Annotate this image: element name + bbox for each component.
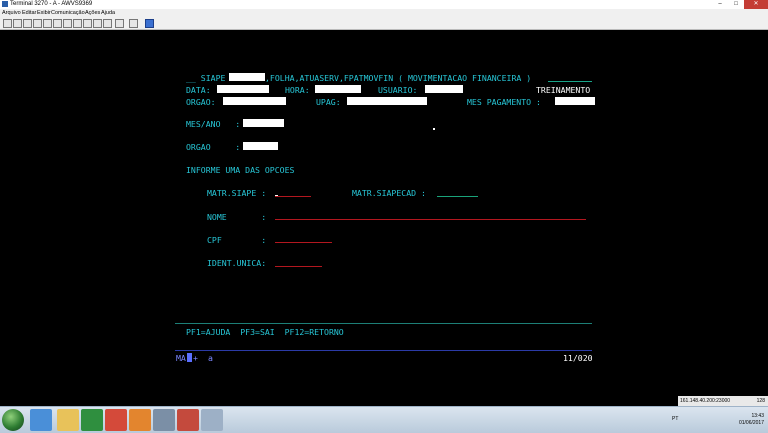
mes-pagamento-label: MES PAGAMENTO : bbox=[467, 97, 541, 107]
clock-date: 01/06/2017 bbox=[738, 420, 764, 426]
media-player-icon[interactable] bbox=[81, 409, 103, 431]
color-icon[interactable] bbox=[115, 19, 124, 28]
app-icon-2[interactable] bbox=[153, 409, 175, 431]
explorer-icon[interactable] bbox=[57, 409, 79, 431]
usuario-label: USUARIO: bbox=[378, 85, 418, 95]
ie-icon[interactable] bbox=[30, 409, 52, 431]
play-icon[interactable] bbox=[103, 19, 112, 28]
close-button[interactable]: ✕ bbox=[744, 0, 768, 9]
mes-pagamento-value bbox=[555, 97, 595, 105]
screen-header-text: ,FOLHA,ATUASERV,FPATMOVFIN ( MOVIMENTACA… bbox=[265, 73, 532, 83]
paste-icon[interactable] bbox=[23, 19, 32, 28]
help-icon[interactable] bbox=[145, 19, 154, 28]
matr-siapecad-label: MATR.SIAPECAD : bbox=[352, 188, 426, 198]
print-icon[interactable] bbox=[3, 19, 12, 28]
footer-divider bbox=[175, 323, 592, 324]
data-label: DATA: bbox=[186, 85, 211, 95]
status-session: a bbox=[208, 353, 213, 363]
receive-file-icon[interactable] bbox=[53, 19, 62, 28]
screen-header-prefix: __ SIAPE bbox=[186, 73, 226, 83]
matr-siape-field[interactable] bbox=[275, 196, 311, 197]
status-divider bbox=[175, 350, 592, 351]
mes-ano-label: MES/ANO : bbox=[186, 119, 241, 129]
upag-value bbox=[347, 97, 427, 105]
menu-comunicacao[interactable]: Comunicação bbox=[51, 10, 85, 16]
hora-value bbox=[315, 85, 361, 93]
start-button[interactable] bbox=[2, 409, 24, 431]
maximize-button[interactable]: □ bbox=[728, 0, 744, 9]
clock[interactable]: 13:43 01/06/2017 bbox=[739, 413, 764, 427]
send-file-icon[interactable] bbox=[43, 19, 52, 28]
status-block bbox=[187, 353, 192, 362]
header-underline bbox=[548, 81, 592, 82]
status-plus: + bbox=[193, 353, 198, 363]
terminal-screen[interactable]: __ SIAPE ,FOLHA,ATUASERV,FPATMOVFIN ( MO… bbox=[0, 30, 768, 406]
title-bar: Terminal 3270 - A - AWVS9369 – □ ✕ bbox=[0, 0, 768, 9]
orgao-value bbox=[223, 97, 286, 105]
connection-status: 161.148.40.200:23000 128 bbox=[678, 396, 768, 406]
system-tray: PT 13:43 01/06/2017 bbox=[672, 407, 768, 433]
firefox-icon[interactable] bbox=[129, 409, 151, 431]
status-ma: MA bbox=[176, 353, 186, 363]
app-icon bbox=[2, 1, 8, 7]
orgao-label: ORGAO: bbox=[186, 97, 216, 107]
menu-acoes[interactable]: Ações bbox=[85, 10, 100, 16]
nome-field[interactable] bbox=[275, 219, 586, 220]
terminal-window: Terminal 3270 - A - AWVS9369 – □ ✕ Arqui… bbox=[0, 0, 768, 433]
mes-ano-value bbox=[243, 119, 284, 127]
window-title: Terminal 3270 - A - AWVS9369 bbox=[10, 1, 93, 7]
environment-label: TREINAMENTO bbox=[536, 85, 591, 95]
ident-unica-label: IDENT.UNICA: bbox=[207, 258, 267, 268]
settings-icon[interactable] bbox=[63, 19, 72, 28]
menu-arquivo[interactable]: Arquivo bbox=[2, 10, 21, 16]
toolbar bbox=[0, 17, 768, 30]
informe-label: INFORME UMA DAS OPCOES bbox=[186, 165, 295, 175]
copy-icon[interactable] bbox=[13, 19, 22, 28]
language-indicator[interactable]: PT bbox=[672, 416, 678, 422]
chrome-icon[interactable] bbox=[105, 409, 127, 431]
cpf-field[interactable] bbox=[275, 242, 332, 243]
page-number: 128 bbox=[756, 398, 765, 404]
terminal-task-icon[interactable] bbox=[201, 409, 223, 431]
menu-ajuda[interactable]: Ajuda bbox=[101, 10, 115, 16]
masked-siape-code bbox=[229, 73, 265, 81]
acrobat-icon[interactable] bbox=[177, 409, 199, 431]
macro-icon[interactable] bbox=[83, 19, 92, 28]
menu-exibir[interactable]: Exibir bbox=[37, 10, 51, 16]
matr-siapecad-field[interactable] bbox=[437, 196, 478, 197]
record-icon[interactable] bbox=[93, 19, 102, 28]
minimize-button[interactable]: – bbox=[712, 0, 728, 9]
cut-icon[interactable] bbox=[33, 19, 42, 28]
screen-artifact-dot bbox=[433, 128, 435, 130]
orgao2-label: ORGAO : bbox=[186, 142, 241, 152]
orgao2-value bbox=[243, 142, 278, 150]
usuario-value bbox=[425, 85, 463, 93]
nome-label: NOME : bbox=[207, 212, 267, 222]
taskbar: PT 13:43 01/06/2017 bbox=[0, 406, 768, 433]
cursor-position: 11/020 bbox=[563, 353, 593, 363]
host-address: 161.148.40.200:23000 bbox=[680, 398, 731, 404]
map-icon[interactable] bbox=[129, 19, 138, 28]
matr-siape-label: MATR.SIAPE : bbox=[207, 188, 267, 198]
clock-time: 13:43 bbox=[751, 413, 764, 419]
upag-label: UPAG: bbox=[316, 97, 341, 107]
ident-unica-field[interactable] bbox=[275, 266, 322, 267]
keyboard-icon[interactable] bbox=[73, 19, 82, 28]
pf-keys: PF1=AJUDA PF3=SAI PF12=RETORNO bbox=[186, 327, 344, 337]
menu-bar: Arquivo Editar Exibir Comunicação Ações … bbox=[0, 9, 768, 17]
menu-editar[interactable]: Editar bbox=[22, 10, 36, 16]
hora-label: HORA: bbox=[285, 85, 310, 95]
cpf-label: CPF : bbox=[207, 235, 267, 245]
text-cursor bbox=[275, 195, 278, 196]
data-value bbox=[217, 85, 269, 93]
